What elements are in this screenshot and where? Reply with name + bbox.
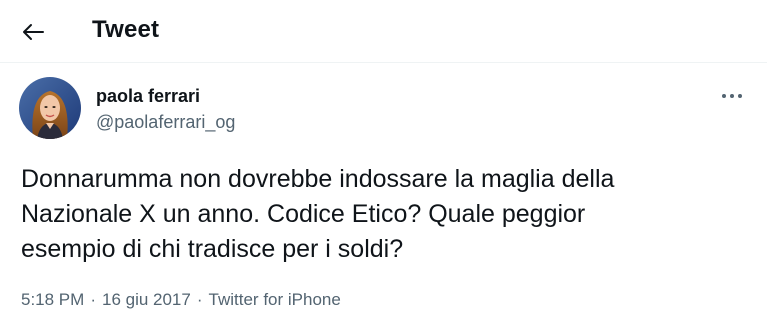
avatar[interactable]	[19, 77, 81, 139]
header-bar: Tweet	[0, 0, 767, 62]
more-options-button[interactable]	[718, 86, 746, 106]
more-horizontal-icon	[722, 94, 742, 98]
author-display-name[interactable]: paola ferrari	[96, 86, 200, 107]
tweet-time[interactable]: 5:18 PM	[21, 290, 84, 310]
arrow-left-icon	[23, 24, 44, 40]
tweet-meta: 5:18 PM · 16 giu 2017 · Twitter for iPho…	[21, 290, 341, 310]
meta-separator: ·	[196, 290, 203, 309]
profile-photo	[19, 77, 81, 139]
page-title: Tweet	[92, 16, 160, 43]
tweet-text: Donnarumma non dovrebbe indossare la mag…	[21, 165, 615, 263]
tweet-date[interactable]: 16 giu 2017	[102, 290, 191, 310]
back-button[interactable]	[18, 17, 48, 47]
header-divider	[0, 62, 767, 63]
author-handle[interactable]: @paolaferrari_og	[96, 112, 235, 133]
tweet-page: Tweet paola ferrari @paolaferrari_og Don…	[0, 0, 767, 329]
meta-separator: ·	[90, 290, 96, 309]
tweet-source[interactable]: Twitter for iPhone	[209, 290, 341, 310]
